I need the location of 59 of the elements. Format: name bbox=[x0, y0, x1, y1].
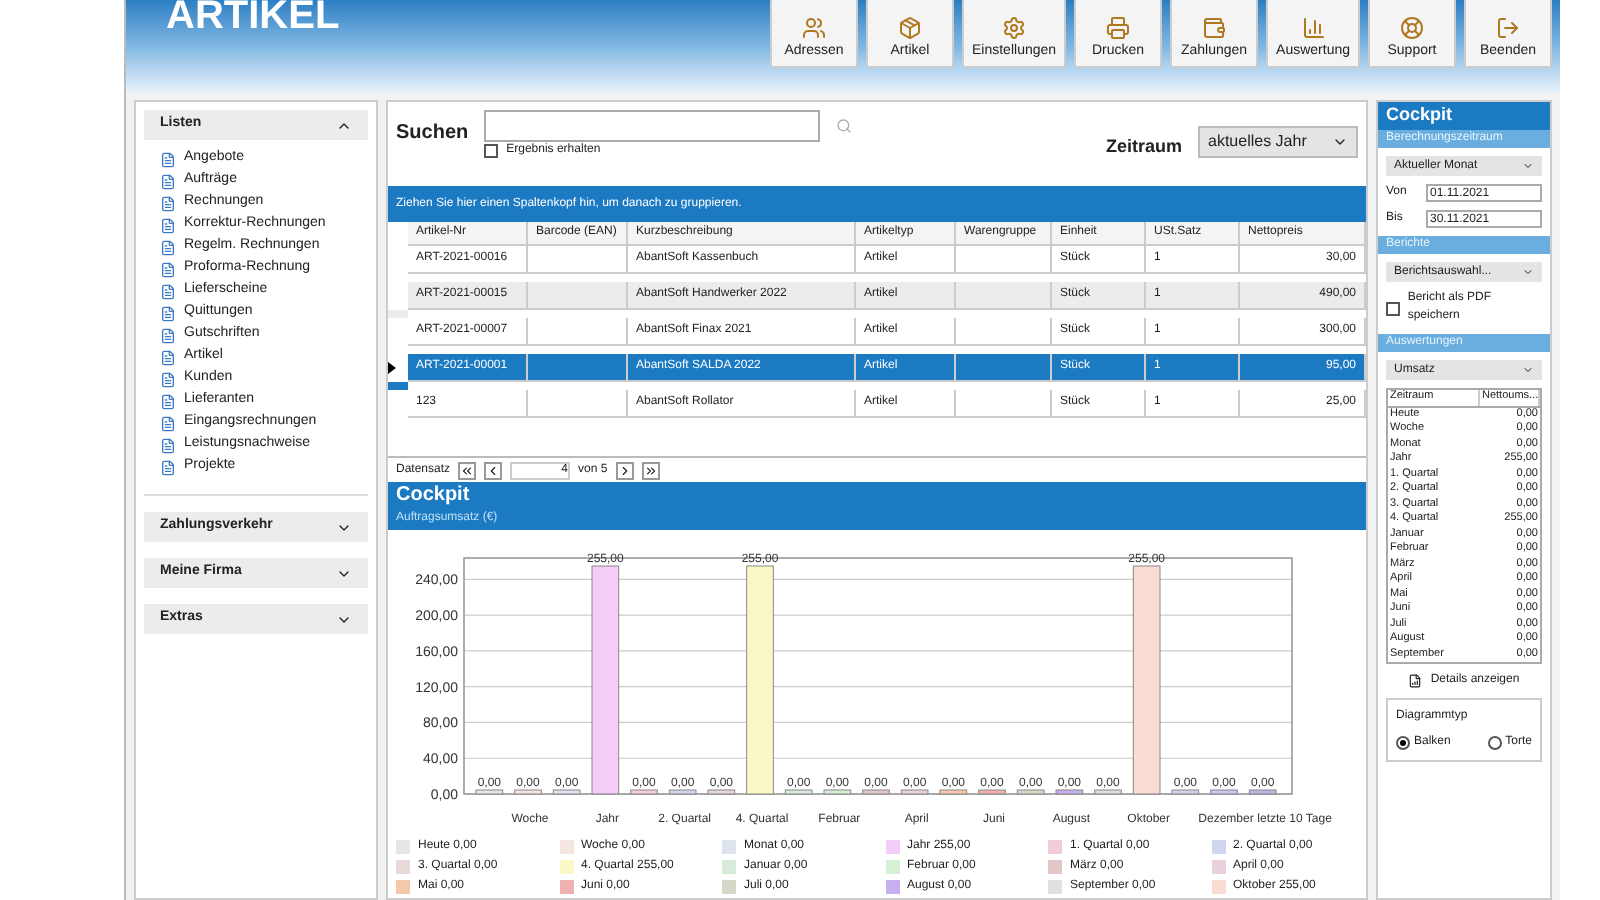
exit-icon bbox=[1496, 16, 1520, 40]
checkbox[interactable] bbox=[1386, 301, 1400, 315]
side-panel-title: Cockpit bbox=[1378, 102, 1550, 130]
document-icon bbox=[160, 327, 176, 343]
document-icon bbox=[160, 283, 176, 299]
document-icon bbox=[160, 151, 176, 167]
search-label: Suchen bbox=[396, 120, 469, 148]
caret-icon bbox=[1332, 134, 1348, 150]
period-label: Zeitraum bbox=[1105, 134, 1182, 160]
document-icon bbox=[160, 371, 176, 387]
table-cell bbox=[528, 354, 628, 382]
cockpit-title: Cockpit bbox=[396, 482, 472, 510]
previous-record-button[interactable] bbox=[484, 461, 503, 479]
table-cell bbox=[528, 318, 628, 346]
document-icon bbox=[160, 437, 176, 453]
search-field[interactable] bbox=[484, 110, 821, 142]
table-cell bbox=[956, 246, 1052, 274]
document-icon bbox=[160, 459, 176, 475]
previous-icon bbox=[486, 463, 501, 477]
document-icon bbox=[160, 415, 176, 431]
caret-icon bbox=[1522, 266, 1534, 278]
document-icon bbox=[160, 261, 176, 277]
table-cell bbox=[956, 354, 1052, 382]
caret-icon bbox=[1522, 364, 1534, 376]
next-record-button[interactable] bbox=[615, 461, 634, 479]
document-icon bbox=[160, 349, 176, 365]
lifebuoy-icon bbox=[1400, 16, 1424, 40]
first-record-button[interactable] bbox=[458, 461, 477, 479]
document-icon bbox=[160, 195, 176, 211]
wallet-icon bbox=[1202, 16, 1227, 40]
checkbox[interactable] bbox=[484, 144, 499, 158]
document-icon bbox=[160, 217, 176, 233]
caret-icon bbox=[1522, 160, 1534, 172]
document-icon bbox=[160, 393, 176, 409]
page-title: ARTIKEL bbox=[164, 0, 340, 36]
search-icon bbox=[836, 118, 853, 134]
table-cell bbox=[528, 282, 628, 310]
period-dropdown[interactable]: aktuelles Jahr bbox=[1198, 126, 1358, 158]
first-icon bbox=[460, 463, 475, 477]
printer-icon bbox=[1106, 16, 1131, 40]
table-cell bbox=[956, 282, 1052, 310]
gear-icon bbox=[1002, 16, 1027, 40]
last-icon bbox=[643, 463, 658, 477]
last-record-button[interactable] bbox=[641, 461, 660, 479]
box-icon bbox=[898, 16, 922, 40]
radio-button[interactable] bbox=[1396, 736, 1410, 750]
bar-chart-icon bbox=[1301, 16, 1326, 40]
table-cell bbox=[528, 390, 628, 418]
document-icon bbox=[160, 239, 176, 255]
table-cell bbox=[956, 318, 1052, 346]
document-icon bbox=[1408, 674, 1423, 688]
document-icon bbox=[160, 305, 176, 321]
radio-button[interactable] bbox=[1487, 736, 1502, 750]
row-pointer-icon bbox=[388, 362, 396, 374]
next-icon bbox=[617, 463, 632, 477]
table-cell bbox=[956, 390, 1052, 418]
document-icon bbox=[160, 173, 176, 189]
table-cell bbox=[528, 246, 628, 274]
people-icon bbox=[802, 16, 826, 40]
